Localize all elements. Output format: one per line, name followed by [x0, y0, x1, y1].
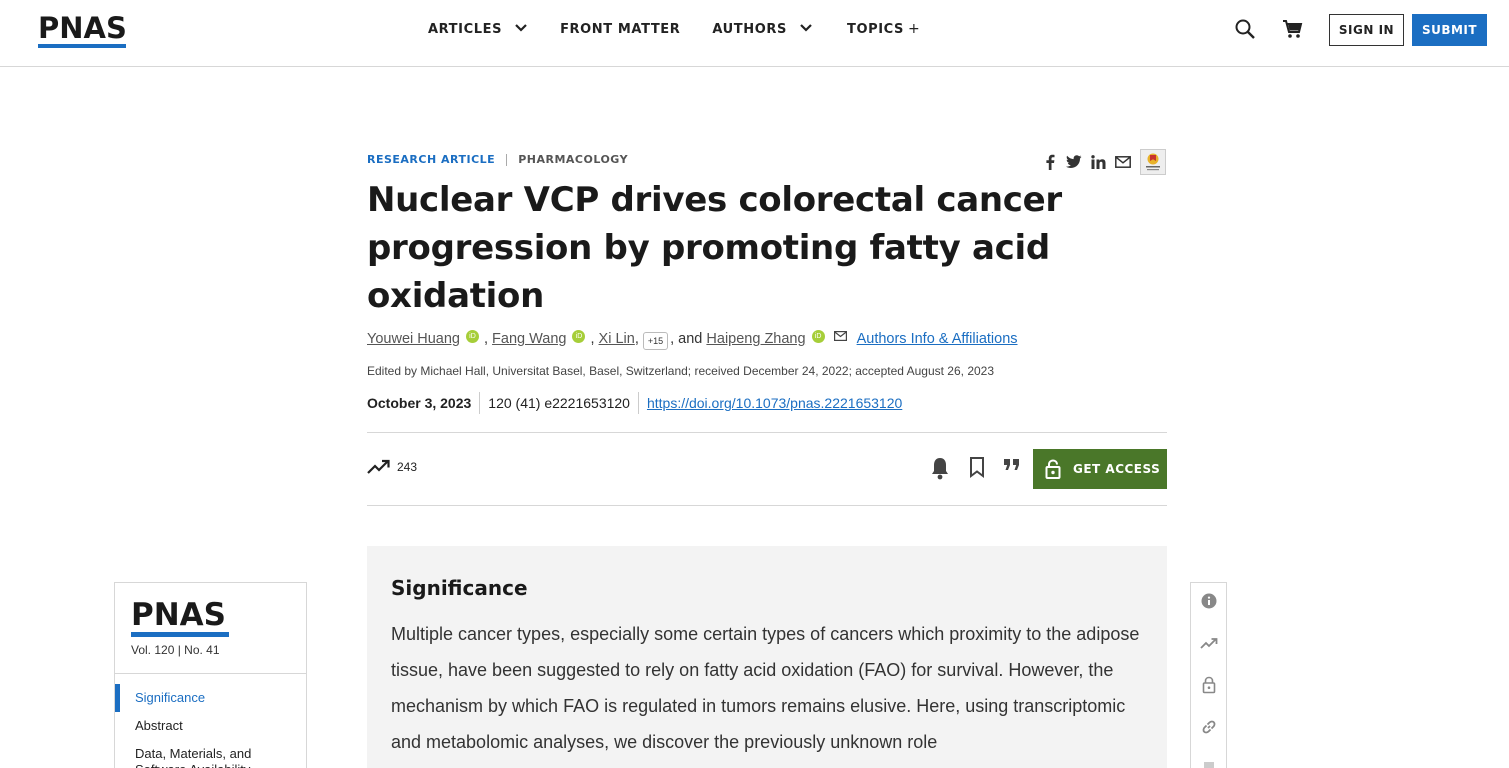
- nav-articles[interactable]: ARTICLES: [428, 22, 528, 37]
- facebook-icon[interactable]: [1043, 154, 1057, 170]
- and-text: , and: [670, 331, 703, 347]
- sign-in-button[interactable]: SIGN IN: [1329, 14, 1404, 46]
- comma: ,: [634, 331, 639, 347]
- twitter-icon[interactable]: [1066, 155, 1082, 169]
- significance-text: Multiple cancer types, especially some c…: [391, 624, 1140, 752]
- publication-info: October 3, 2023 120 (41) e2221653120 htt…: [367, 392, 902, 414]
- comma: ,: [590, 331, 599, 347]
- significance-heading: Significance: [391, 576, 528, 600]
- metrics-count: 243: [397, 460, 418, 474]
- nav-topics-label: TOPICS: [846, 21, 905, 37]
- publication-date: October 3, 2023: [367, 395, 472, 411]
- chevron-down-icon: [514, 22, 528, 37]
- divider: [506, 153, 508, 166]
- nav-authors[interactable]: AUTHORS: [712, 22, 813, 37]
- article-meta-tags: RESEARCH ARTICLE PHARMACOLOGY: [367, 153, 628, 166]
- article-type-link[interactable]: RESEARCH ARTICLE: [367, 153, 495, 166]
- nav-articles-label: ARTICLES: [428, 21, 503, 37]
- cite-quote-icon[interactable]: [1003, 456, 1021, 478]
- orcid-icon[interactable]: iD: [811, 329, 825, 343]
- email-icon[interactable]: [1115, 156, 1131, 168]
- nav-topics[interactable]: TOPICS +: [847, 21, 920, 37]
- get-access-label: GET ACCESS: [1073, 462, 1161, 476]
- issue-sidebar: PNAS Vol. 120 | No. 41 Significance Abst…: [114, 582, 307, 768]
- lock-icon[interactable]: [1200, 676, 1218, 694]
- divider: [637, 392, 639, 414]
- nav-front-matter[interactable]: FRONT MATTER: [560, 22, 680, 37]
- pnas-logo[interactable]: PNAS: [38, 11, 127, 48]
- volume-issue-label[interactable]: Vol. 120 | No. 41: [131, 643, 306, 657]
- article-actions-bar: 243 GET ACCESS: [367, 432, 1167, 506]
- sidebar-journal-block: PNAS Vol. 120 | No. 41: [115, 583, 306, 674]
- author-link[interactable]: Xi Lin: [599, 331, 635, 347]
- volume-issue: 120 (41) e2221653120: [488, 395, 630, 411]
- article-title: Nuclear VCP drives colorectal cancer pro…: [367, 180, 1062, 316]
- nav-authors-label: AUTHORS: [712, 21, 787, 37]
- toc-item-data-availability[interactable]: Data, Materials, and Software Availabili…: [115, 740, 306, 768]
- submit-button[interactable]: SUBMIT: [1412, 14, 1487, 46]
- linkedin-icon[interactable]: [1091, 155, 1106, 169]
- comma: ,: [483, 331, 493, 347]
- get-access-button[interactable]: GET ACCESS: [1033, 449, 1167, 489]
- toc-item-significance[interactable]: Significance: [115, 684, 306, 712]
- logo-text: PNAS: [38, 11, 127, 45]
- sidebar-logo[interactable]: PNAS: [131, 600, 306, 631]
- table-of-contents: Significance Abstract Data, Materials, a…: [115, 674, 306, 768]
- author-link[interactable]: Fang Wang: [492, 331, 566, 347]
- bookmark-icon[interactable]: [968, 456, 986, 482]
- metrics-counter[interactable]: 243: [367, 459, 417, 475]
- significance-section: Significance Multiple cancer types, espe…: [367, 546, 1167, 768]
- nav-front-matter-label: FRONT MATTER: [560, 21, 681, 37]
- plus-icon: +: [908, 21, 921, 37]
- author-link[interactable]: Haipeng Zhang: [706, 331, 805, 347]
- share-bar: [1043, 149, 1175, 175]
- trending-up-icon: [367, 459, 390, 474]
- main-nav: ARTICLES FRONT MATTER AUTHORS TOPICS +: [428, 21, 920, 37]
- trending-up-icon[interactable]: [1200, 634, 1218, 652]
- cart-icon[interactable]: [1282, 18, 1304, 44]
- link-icon[interactable]: [1200, 718, 1218, 736]
- chevron-down-icon: [799, 22, 813, 37]
- search-icon[interactable]: [1234, 18, 1256, 44]
- author-link[interactable]: Youwei Huang: [367, 331, 460, 347]
- document-icon[interactable]: [1200, 760, 1218, 768]
- author-list: Youwei Huang iD , Fang Wang iD , Xi Lin …: [367, 329, 1018, 350]
- divider: [479, 392, 481, 414]
- check-for-updates-icon[interactable]: [1140, 149, 1166, 175]
- subject-link[interactable]: PHARMACOLOGY: [518, 153, 628, 166]
- lock-icon: [1045, 459, 1061, 479]
- tools-rail: [1190, 582, 1227, 768]
- more-authors-button[interactable]: +15: [642, 332, 669, 350]
- doi-link[interactable]: https://doi.org/10.1073/pnas.2221653120: [647, 395, 902, 411]
- edited-by-text: Edited by Michael Hall, Universitat Base…: [367, 364, 995, 378]
- orcid-icon[interactable]: iD: [465, 329, 479, 343]
- site-header: PNAS ARTICLES FRONT MATTER AUTHORS TOPIC…: [0, 0, 1509, 67]
- info-icon[interactable]: [1200, 592, 1218, 610]
- authors-info-link[interactable]: Authors Info & Affiliations: [857, 331, 1018, 347]
- toc-item-abstract[interactable]: Abstract: [115, 712, 306, 740]
- bell-icon[interactable]: [930, 456, 950, 484]
- email-icon[interactable]: [833, 331, 847, 341]
- orcid-icon[interactable]: iD: [572, 329, 586, 343]
